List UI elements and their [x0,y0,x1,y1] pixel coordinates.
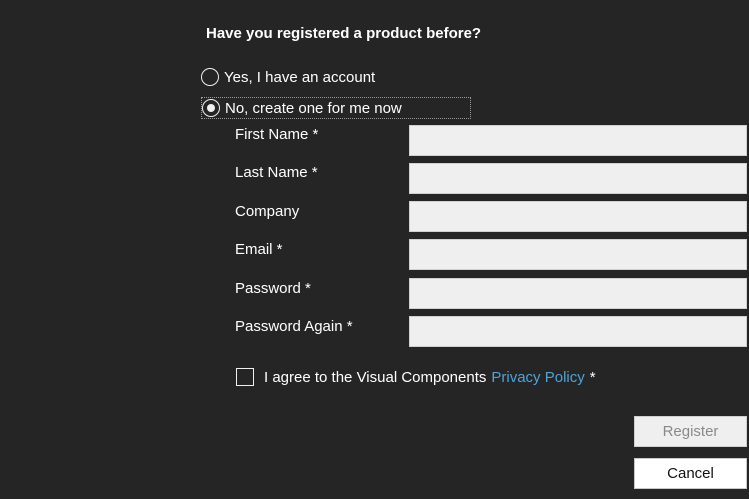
company-label: Company [235,203,300,220]
radio-unselected-icon[interactable] [201,68,219,86]
required-mark: * [589,368,596,386]
password-field[interactable] [409,278,747,309]
last-name-label: Last Name * [235,164,318,181]
registration-question: Have you registered a product before? [206,25,482,42]
radio-create-account[interactable]: No, create one for me now [201,97,471,119]
radio-have-account-label: Yes, I have an account [224,68,376,86]
email-label: Email * [235,241,283,258]
first-name-field[interactable] [409,125,747,156]
password-again-field[interactable] [409,316,747,347]
radio-create-account-label: No, create one for me now [225,99,402,117]
register-button[interactable]: Register [634,416,747,447]
radio-selected-icon[interactable] [202,99,220,117]
first-name-label: First Name * [235,126,319,143]
password-again-label: Password Again * [235,318,353,335]
privacy-policy-link[interactable]: Privacy Policy [491,369,584,386]
email-field[interactable] [409,239,747,270]
agree-text: I agree to the Visual Components [264,368,487,386]
company-field[interactable] [409,201,747,232]
last-name-field[interactable] [409,163,747,194]
registration-panel: Have you registered a product before? Ye… [0,0,749,499]
agree-checkbox[interactable] [236,368,254,386]
radio-have-account[interactable]: Yes, I have an account [201,66,431,88]
cancel-button[interactable]: Cancel [634,458,747,489]
privacy-agreement: I agree to the Visual Components Privacy… [236,366,596,388]
radio-dot [206,103,215,112]
password-label: Password * [235,280,311,297]
